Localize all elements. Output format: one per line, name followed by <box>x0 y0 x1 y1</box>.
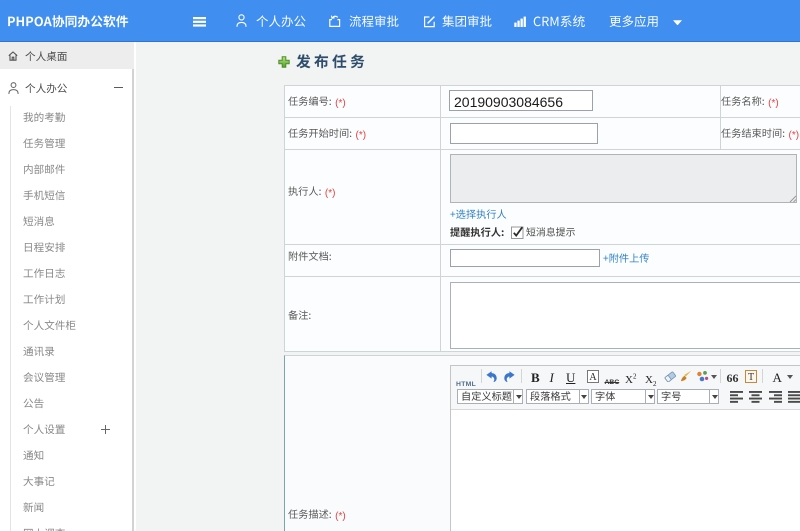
svg-text:T: T <box>748 372 754 383</box>
svg-text:A: A <box>589 372 597 383</box>
